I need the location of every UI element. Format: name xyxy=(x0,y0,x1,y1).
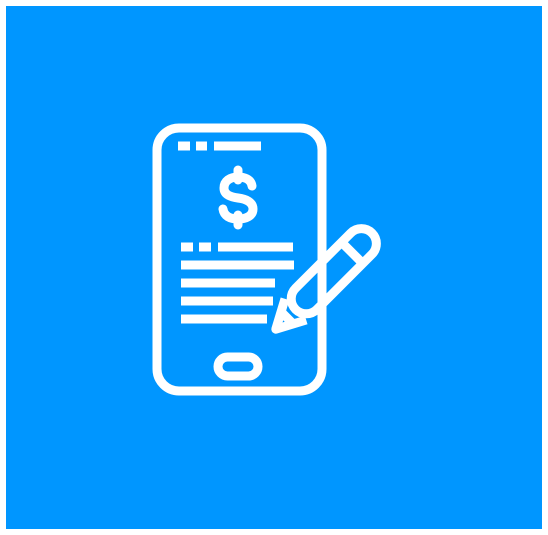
document-lines-icon xyxy=(181,242,294,324)
mobile-payment-sign-icon xyxy=(152,123,381,396)
phone-home-button-icon xyxy=(213,352,263,381)
dollar-sign-icon xyxy=(218,165,258,230)
